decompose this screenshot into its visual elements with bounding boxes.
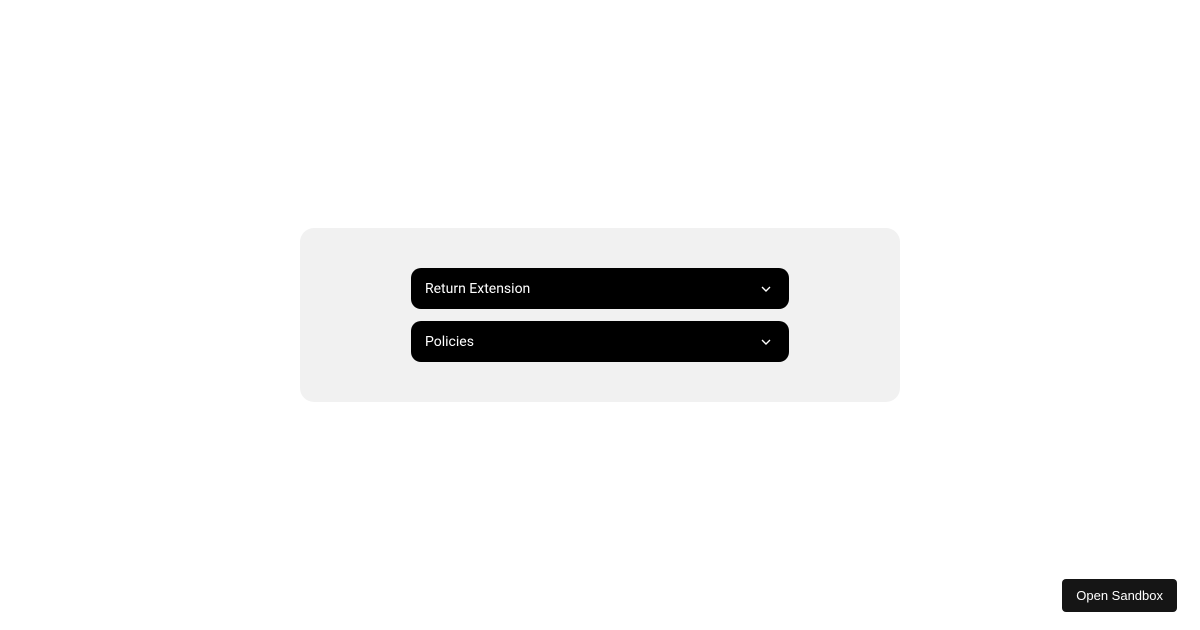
dropdown-label: Return Extension bbox=[425, 281, 530, 297]
chevron-down-icon bbox=[757, 333, 775, 351]
chevron-down-icon bbox=[757, 280, 775, 298]
open-sandbox-button[interactable]: Open Sandbox bbox=[1062, 579, 1177, 612]
dropdown-policies[interactable]: Policies bbox=[411, 321, 789, 362]
dropdown-label: Policies bbox=[425, 334, 474, 350]
dropdown-return-extension[interactable]: Return Extension bbox=[411, 268, 789, 309]
open-sandbox-label: Open Sandbox bbox=[1076, 588, 1163, 603]
dropdown-card: Return Extension Policies bbox=[300, 228, 900, 402]
